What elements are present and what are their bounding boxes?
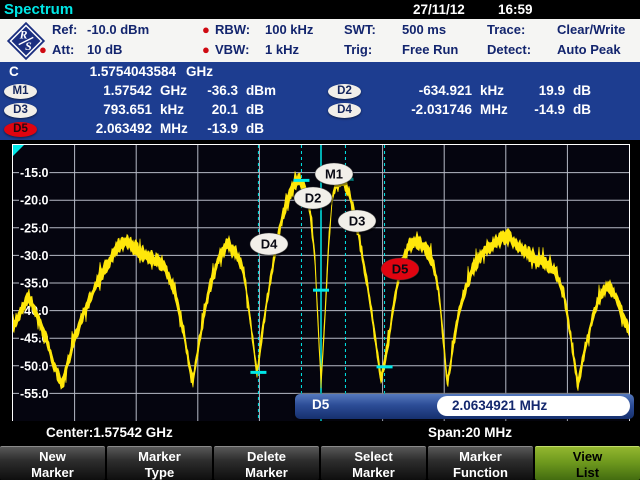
frequency-info-row: Center:1.57542 GHz Span:20 MHz (0, 421, 640, 446)
d4-delta-freq: -2.031746 (352, 101, 472, 120)
vbw-bullet-icon: ● (202, 40, 215, 60)
marker-badge-m1: M1 (4, 84, 37, 99)
marker-row-m1-d2: M1 1.57542 GHz -36.3 dBm D2 -634.921 kHz… (0, 82, 640, 101)
center-freq-row: C 1.5754043584 GHz (0, 63, 640, 82)
m1-frequency: 1.57542 (40, 82, 152, 101)
svg-text:-15.0: -15.0 (20, 166, 49, 180)
rohde-schwarz-logo: R S (4, 21, 48, 61)
trace-label: Trace: (487, 20, 557, 40)
marker-row-d5: D5 2.063492 MHz -13.9 dB (0, 120, 640, 139)
rbw-value: 100 kHz (265, 20, 313, 40)
svg-text:-25.0: -25.0 (20, 221, 49, 235)
softkey-select-marker[interactable]: SelectMarker (321, 446, 426, 480)
vbw-value: 1 kHz (265, 40, 299, 60)
svg-text:-20.0: -20.0 (20, 194, 49, 208)
svg-text:D4: D4 (261, 237, 278, 252)
svg-text:D3: D3 (349, 214, 366, 229)
title-bar: Spectrum 27/11/12 16:59 (0, 0, 640, 19)
swt-label: SWT: (344, 20, 402, 40)
marker-entry-bar: D5 2.0634921 MHz (295, 394, 634, 419)
rbw-label: RBW: (215, 20, 265, 40)
spectrum-analyzer-screen: Spectrum 27/11/12 16:59 Ref:-10.0 dBm ●A… (0, 0, 640, 480)
m1-level-unit: dBm (246, 82, 276, 101)
svg-text:D5: D5 (392, 262, 409, 277)
date-display: 27/11/12 (413, 2, 465, 17)
marker-frequency-input[interactable]: 2.0634921 MHz (437, 396, 630, 416)
header-col-swt-trig: SWT:500 ms Trig:Free Run (344, 20, 458, 60)
softkey-view-list[interactable]: ViewList (535, 446, 640, 480)
d3-level: 20.1 (186, 101, 238, 120)
att-value: 10 dB (87, 40, 122, 60)
time-display: 16:59 (498, 2, 533, 17)
span-value: Span:20 MHz (428, 425, 512, 440)
softkey-delete-marker[interactable]: DeleteMarker (214, 446, 319, 480)
center-freq-unit: GHz (186, 63, 213, 82)
d5-level: -13.9 (186, 120, 238, 139)
d2-level: 19.9 (508, 82, 565, 101)
marker-badge-d3: D3 (4, 103, 37, 118)
svg-text:M1: M1 (325, 167, 343, 182)
header-col-ref-att: Ref:-10.0 dBm ●Att:10 dB (39, 20, 149, 60)
d4-freq-unit: MHz (480, 101, 508, 120)
trig-label: Trig: (344, 40, 402, 60)
settings-header: Ref:-10.0 dBm ●Att:10 dB ●RBW:100 kHz ●V… (0, 19, 640, 62)
d5-freq-unit: MHz (160, 120, 188, 139)
svg-text:-55.0: -55.0 (20, 387, 49, 401)
detect-label: Detect: (487, 40, 557, 60)
marker-row-d3-d4: D3 793.651 kHz 20.1 dB D4 -2.031746 MHz … (0, 101, 640, 120)
vbw-label: VBW: (215, 40, 265, 60)
header-col-trace-detect: Trace:Clear/Write Detect:Auto Peak (487, 20, 625, 60)
center-freq-value: 1.5754043584 (40, 63, 176, 82)
header-col-rbw-vbw: ●RBW:100 kHz ●VBW:1 kHz (202, 20, 313, 60)
softkey-bar: NewMarker MarkerType DeleteMarker Select… (0, 446, 640, 480)
m1-level: -36.3 (186, 82, 238, 101)
d3-freq-unit: kHz (160, 101, 184, 120)
m1-freq-unit: GHz (160, 82, 187, 101)
d5-delta-freq: 2.063492 (40, 120, 152, 139)
spectrum-plot: -15.0-20.0-25.0-30.0-35.0-40.0-45.0-50.0… (12, 144, 630, 422)
d5-level-unit: dB (246, 120, 264, 139)
marker-badge-d5: D5 (4, 122, 37, 137)
ref-value: -10.0 dBm (87, 20, 149, 40)
d2-delta-freq: -634.921 (352, 82, 472, 101)
svg-text:D2: D2 (305, 191, 322, 206)
center-frequency: Center:1.57542 GHz (46, 425, 173, 440)
d2-freq-unit: kHz (480, 82, 504, 101)
d4-level-unit: dB (573, 101, 591, 120)
svg-text:-35.0: -35.0 (20, 277, 49, 291)
softkey-marker-type[interactable]: MarkerType (107, 446, 212, 480)
softkey-marker-function[interactable]: MarkerFunction (428, 446, 533, 480)
trig-value: Free Run (402, 40, 458, 60)
rbw-bullet-icon: ● (202, 20, 215, 40)
d2-level-unit: dB (573, 82, 591, 101)
trace-value: Clear/Write (557, 20, 625, 40)
swt-value: 500 ms (402, 20, 446, 40)
d4-level: -14.9 (508, 101, 565, 120)
marker-table: C 1.5754043584 GHz M1 1.57542 GHz -36.3 … (0, 62, 640, 140)
mode-title: Spectrum (4, 1, 73, 18)
softkey-new-marker[interactable]: NewMarker (0, 446, 105, 480)
d3-delta-freq: 793.651 (40, 101, 152, 120)
svg-text:-30.0: -30.0 (20, 249, 49, 263)
center-marker-label: C (9, 63, 19, 82)
ref-label: Ref: (52, 20, 87, 40)
detect-value: Auto Peak (557, 40, 621, 60)
entry-marker-label: D5 (312, 397, 329, 412)
att-label: Att: (52, 40, 87, 60)
d3-level-unit: dB (246, 101, 264, 120)
trace-canvas: -15.0-20.0-25.0-30.0-35.0-40.0-45.0-50.0… (13, 145, 629, 421)
svg-text:-50.0: -50.0 (20, 359, 49, 373)
